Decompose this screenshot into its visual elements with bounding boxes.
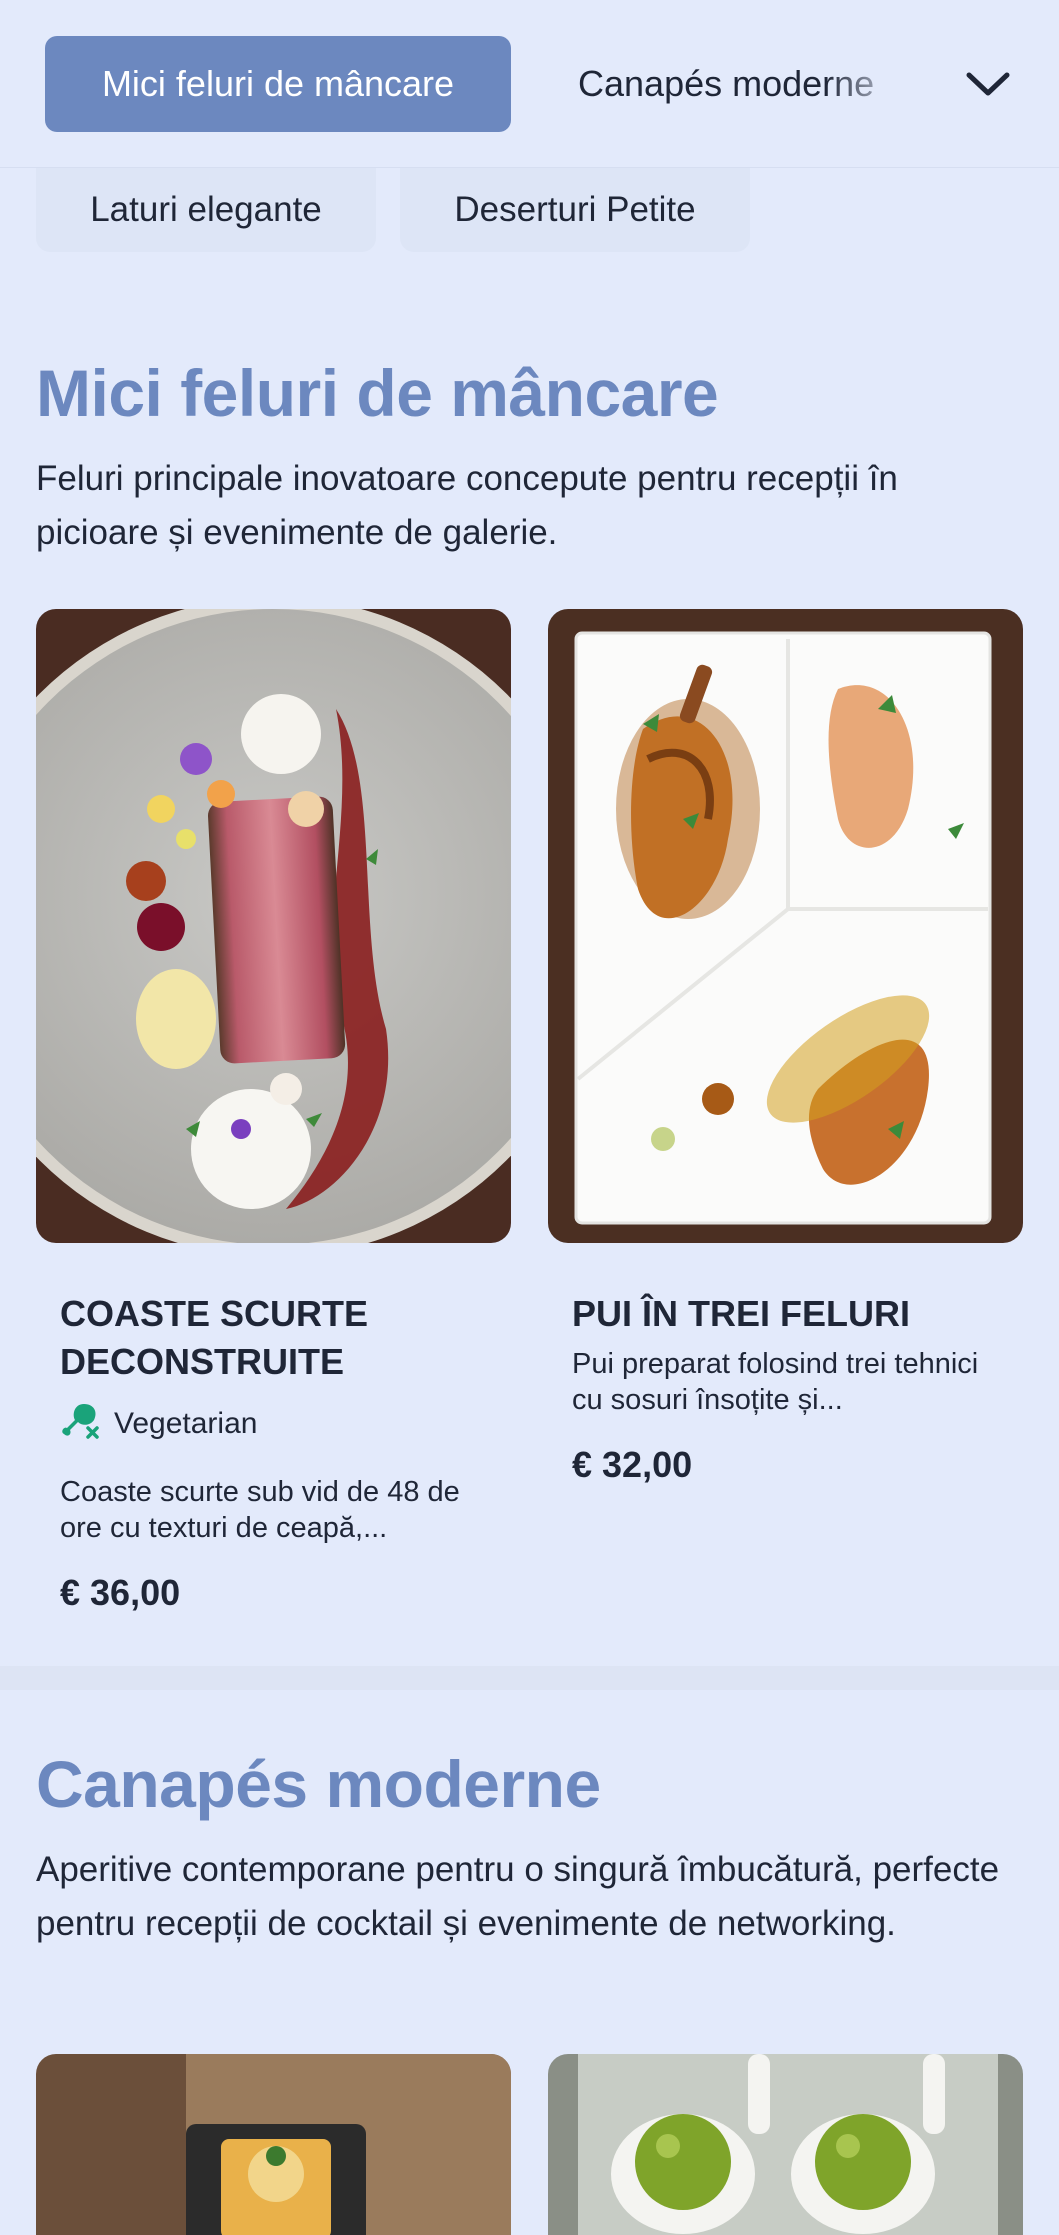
tab-deserturi-petite[interactable]: Deserturi Petite [400, 168, 750, 252]
tab-canapes-moderne[interactable]: Canapés moderne [578, 36, 908, 132]
dish-name[interactable]: PUI ÎN TREI FELURI [572, 1290, 1012, 1338]
section-title: Canapés moderne [36, 1747, 601, 1821]
section-title: Mici feluri de mâncare [36, 356, 719, 430]
dish-name[interactable]: COASTE SCURTE DECONSTRUITE [60, 1290, 500, 1386]
dish-description: Coaste scurte sub vid de 48 de ore cu te… [60, 1476, 460, 1544]
category-nav: Mici feluri de mâncare Canapés moderne [0, 0, 1059, 168]
tab-mici-feluri[interactable]: Mici feluri de mâncare [45, 36, 511, 132]
section-description: Aperitive contemporane pentru o singură … [36, 1850, 1000, 1943]
drumstick-crossed-icon [60, 1400, 100, 1448]
dish-image-chicken-three-ways[interactable] [548, 609, 1023, 1243]
dish-price: € 32,00 [572, 1444, 693, 1485]
dish-image-canape[interactable] [36, 2054, 511, 2235]
tab-laturi-elegante[interactable]: Laturi elegante [36, 168, 376, 252]
chevron-down-icon[interactable] [958, 60, 1018, 108]
dish-description: Pui preparat folosind trei tehnici cu so… [572, 1348, 979, 1416]
dish-price: € 36,00 [60, 1572, 181, 1613]
section-description: Feluri principale inovatoare concepute p… [36, 459, 898, 552]
section-divider [0, 1666, 1059, 1690]
diet-label: Vegetarian [114, 1407, 258, 1440]
diet-badge: Vegetarian [60, 1400, 257, 1448]
dish-image-short-rib[interactable] [36, 609, 511, 1243]
dish-image-spheres[interactable] [548, 2054, 1023, 2235]
